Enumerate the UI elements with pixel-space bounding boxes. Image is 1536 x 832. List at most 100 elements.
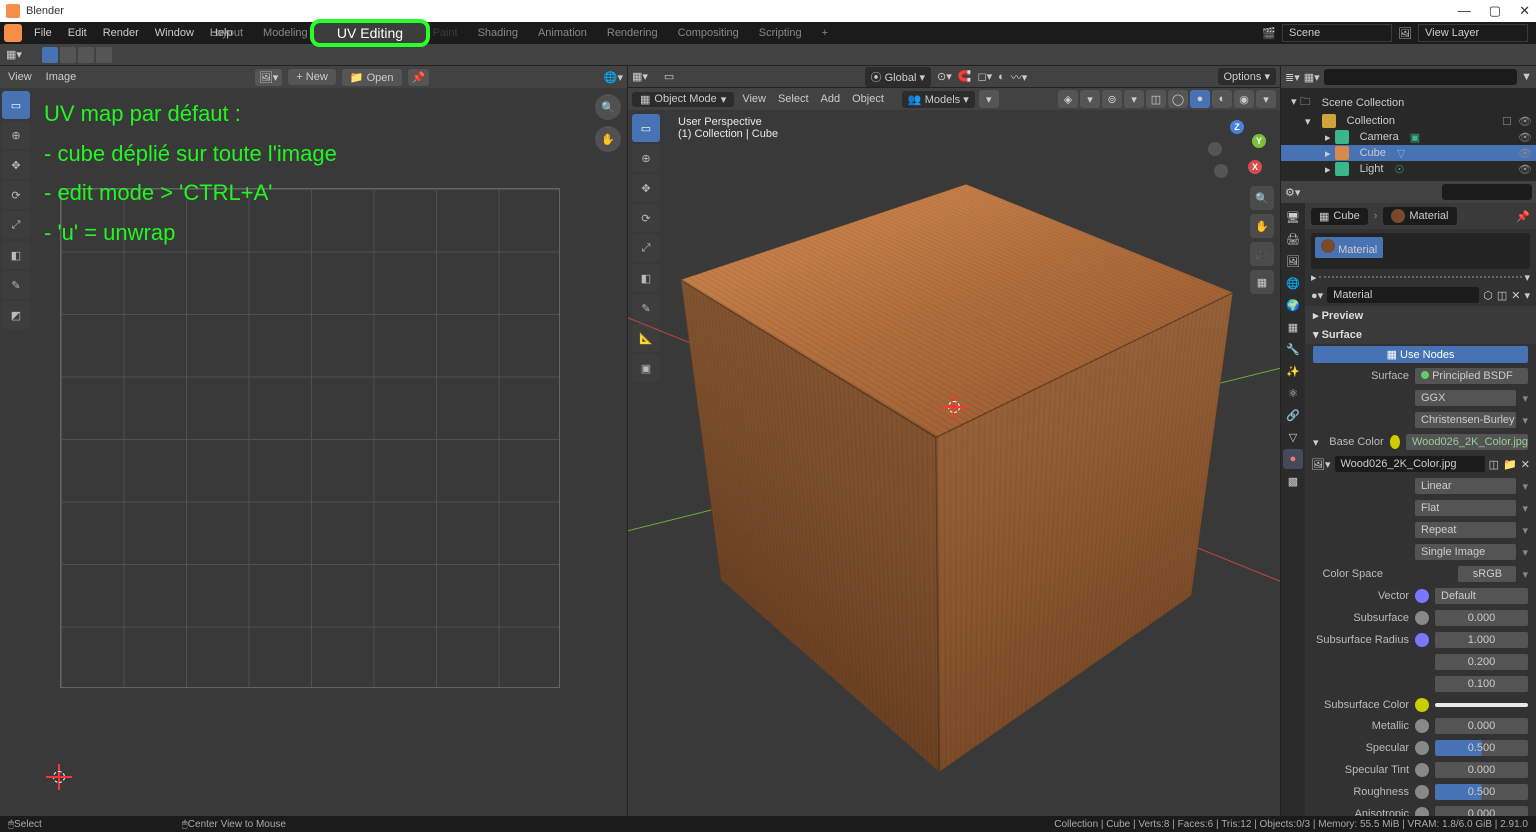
- tool-transform[interactable]: ◧: [2, 241, 30, 269]
- cube-mesh[interactable]: [774, 269, 1134, 629]
- sscolor-swatch[interactable]: [1435, 703, 1528, 707]
- vp-tool-annotate[interactable]: ✎: [632, 294, 660, 322]
- properties-search-input[interactable]: [1442, 184, 1532, 200]
- tab-texture-icon[interactable]: ▩: [1283, 471, 1303, 491]
- tab-material-icon[interactable]: ●: [1283, 449, 1303, 469]
- vp-menu-add[interactable]: Add: [817, 93, 845, 105]
- gizmo-dd-icon[interactable]: ▾: [1080, 90, 1100, 108]
- material-users-icon[interactable]: ◫: [1497, 289, 1507, 302]
- tab-scene-icon[interactable]: 🌐: [1283, 273, 1303, 293]
- vp-tool-transform[interactable]: ◧: [632, 264, 660, 292]
- tool-move[interactable]: ✥: [2, 151, 30, 179]
- pivot-icon[interactable]: ⊙▾: [937, 70, 952, 83]
- tab-object-icon[interactable]: ▦: [1283, 317, 1303, 337]
- outliner-search-input[interactable]: [1324, 69, 1517, 85]
- tab-shading[interactable]: Shading: [468, 25, 528, 41]
- material-unlink-icon[interactable]: ✕: [1511, 289, 1520, 302]
- pin-panel-icon[interactable]: 📌: [1516, 210, 1530, 223]
- prop-curve-icon[interactable]: 〰▾: [1011, 69, 1028, 85]
- collection-vis-icon[interactable]: ▾: [979, 90, 999, 108]
- shade-wire-icon[interactable]: ◯: [1168, 90, 1188, 108]
- tab-compositing[interactable]: Compositing: [668, 25, 749, 41]
- tab-particle-icon[interactable]: ✨: [1283, 361, 1303, 381]
- interp-dropdown[interactable]: Linear: [1415, 478, 1516, 494]
- vp-pan-icon[interactable]: ✋: [1250, 214, 1274, 238]
- shade-matprev-icon[interactable]: ◐: [1212, 90, 1232, 108]
- vp-select-tool-icon[interactable]: ▭: [664, 70, 674, 83]
- specular-slider[interactable]: 0.500: [1435, 740, 1528, 756]
- vp-persp-icon[interactable]: ▦: [1250, 270, 1274, 294]
- vp-tool-addcube[interactable]: ▣: [632, 354, 660, 382]
- tab-add-workspace[interactable]: +: [812, 25, 838, 41]
- vp-tool-cursor[interactable]: ⊕: [632, 144, 660, 172]
- restrict-select-icon[interactable]: ☐: [1502, 115, 1512, 128]
- image-open-button[interactable]: 📁 Open: [342, 69, 402, 86]
- mode-dropdown[interactable]: ▦ Object Mode ▾: [632, 92, 734, 107]
- tab-rendering[interactable]: Rendering: [597, 25, 668, 41]
- tool-rip[interactable]: ◩: [2, 301, 30, 329]
- source-dropdown[interactable]: Single Image: [1415, 544, 1516, 560]
- outliner-display-icon[interactable]: ▦▾: [1304, 71, 1320, 84]
- tab-data-icon[interactable]: ▽: [1283, 427, 1303, 447]
- vp-menu-object[interactable]: Object: [848, 93, 888, 105]
- restrict-view-icon[interactable]: 👁: [1518, 115, 1532, 128]
- material-name-field[interactable]: Material: [1327, 287, 1479, 303]
- uvmap-select-icon[interactable]: 🌐▾: [604, 71, 623, 84]
- aniso-slider[interactable]: 0.000: [1435, 806, 1528, 816]
- tool-select-box[interactable]: ▭: [2, 91, 30, 119]
- image-browse-icon[interactable]: 🖼▾: [1311, 458, 1331, 471]
- overlay-toggle-icon[interactable]: ⊚: [1102, 90, 1122, 108]
- outliner-item-light[interactable]: ▸ Light ☉ 👁: [1281, 161, 1536, 177]
- overlay-dd-icon[interactable]: ▾: [1124, 90, 1144, 108]
- pan-icon[interactable]: ✋: [595, 126, 621, 152]
- blender-logo-icon[interactable]: [4, 24, 22, 42]
- vp-tool-rotate[interactable]: ⟳: [632, 204, 660, 232]
- viewport-canvas[interactable]: ▭ ⊕ ✥ ⟳ ⤢ ◧ ✎ 📐 ▣ User Perspective (1) C…: [628, 110, 1280, 816]
- section-preview[interactable]: ▸ Preview: [1305, 306, 1536, 325]
- shading-dropdown-icon[interactable]: ▾: [1256, 90, 1276, 108]
- outliner-type-icon[interactable]: ≣▾: [1285, 71, 1300, 84]
- tool-rotate[interactable]: ⟳: [2, 181, 30, 209]
- image-open-icon[interactable]: 📁: [1503, 458, 1517, 471]
- nav-gizmo[interactable]: Z Y X: [1208, 120, 1266, 178]
- metallic-slider[interactable]: 0.000: [1435, 718, 1528, 734]
- outliner-collection[interactable]: ▾ Collection ☐👁: [1281, 113, 1536, 129]
- material-browse-icon[interactable]: ●▾: [1311, 289, 1323, 302]
- material-slots[interactable]: Material: [1311, 233, 1530, 269]
- editor-type-icon[interactable]: ▦▾: [6, 48, 22, 61]
- scene-name-field[interactable]: Scene: [1282, 24, 1392, 42]
- breadcrumb-material[interactable]: Material: [1383, 207, 1456, 225]
- ext-dropdown[interactable]: Repeat: [1415, 522, 1516, 538]
- tab-scripting[interactable]: Scripting: [749, 25, 812, 41]
- gizmo-toggle-icon[interactable]: ◈: [1058, 90, 1078, 108]
- menu-edit[interactable]: Edit: [60, 25, 95, 41]
- tab-viewlayer-icon[interactable]: 🖼: [1283, 251, 1303, 271]
- menu-file[interactable]: File: [26, 25, 60, 41]
- colorspace-dropdown[interactable]: sRGB: [1458, 566, 1516, 582]
- scene-browse-icon[interactable]: 🎬: [1262, 27, 1276, 40]
- tab-layout[interactable]: Layout: [200, 25, 253, 41]
- vp-editor-type-icon[interactable]: ▦▾: [632, 70, 648, 83]
- window-maximize[interactable]: ▢: [1489, 3, 1501, 19]
- tool-scale[interactable]: ⤢: [2, 211, 30, 239]
- snap-toggle-icon[interactable]: 🧲: [958, 70, 972, 83]
- pin-image-icon[interactable]: 📌: [408, 69, 430, 86]
- spectint-slider[interactable]: 0.000: [1435, 762, 1528, 778]
- image-unlink-icon[interactable]: ✕: [1521, 458, 1530, 471]
- vp-tool-move[interactable]: ✥: [632, 174, 660, 202]
- uv-editor-canvas[interactable]: ▭ ⊕ ✥ ⟳ ⤢ ◧ ✎ ◩ UV map par défaut : - cu…: [0, 88, 627, 816]
- vp-camera-icon[interactable]: 🎥: [1250, 242, 1274, 266]
- ssr-y-slider[interactable]: 0.200: [1435, 654, 1528, 670]
- outliner-item-cube[interactable]: ▸ Cube ▽ 👁: [1281, 145, 1536, 161]
- breadcrumb-object[interactable]: ▦ Cube: [1311, 208, 1368, 225]
- viewlayer-name-field[interactable]: View Layer: [1418, 24, 1528, 42]
- snap-target-icon[interactable]: ◻▾: [977, 70, 992, 83]
- basecolor-texture-link[interactable]: Wood026_2K_Color.jpg: [1406, 434, 1528, 450]
- uv-selmode-icons[interactable]: [42, 47, 112, 63]
- surface-shader-dropdown[interactable]: Principled BSDF: [1415, 368, 1528, 384]
- properties-type-icon[interactable]: ⚙▾: [1285, 186, 1300, 199]
- shade-solid-icon[interactable]: ●: [1190, 90, 1210, 108]
- outliner-filter-icon[interactable]: ▼: [1521, 71, 1532, 83]
- vp-tool-scale[interactable]: ⤢: [632, 234, 660, 262]
- tab-output-icon[interactable]: 🖨: [1283, 229, 1303, 249]
